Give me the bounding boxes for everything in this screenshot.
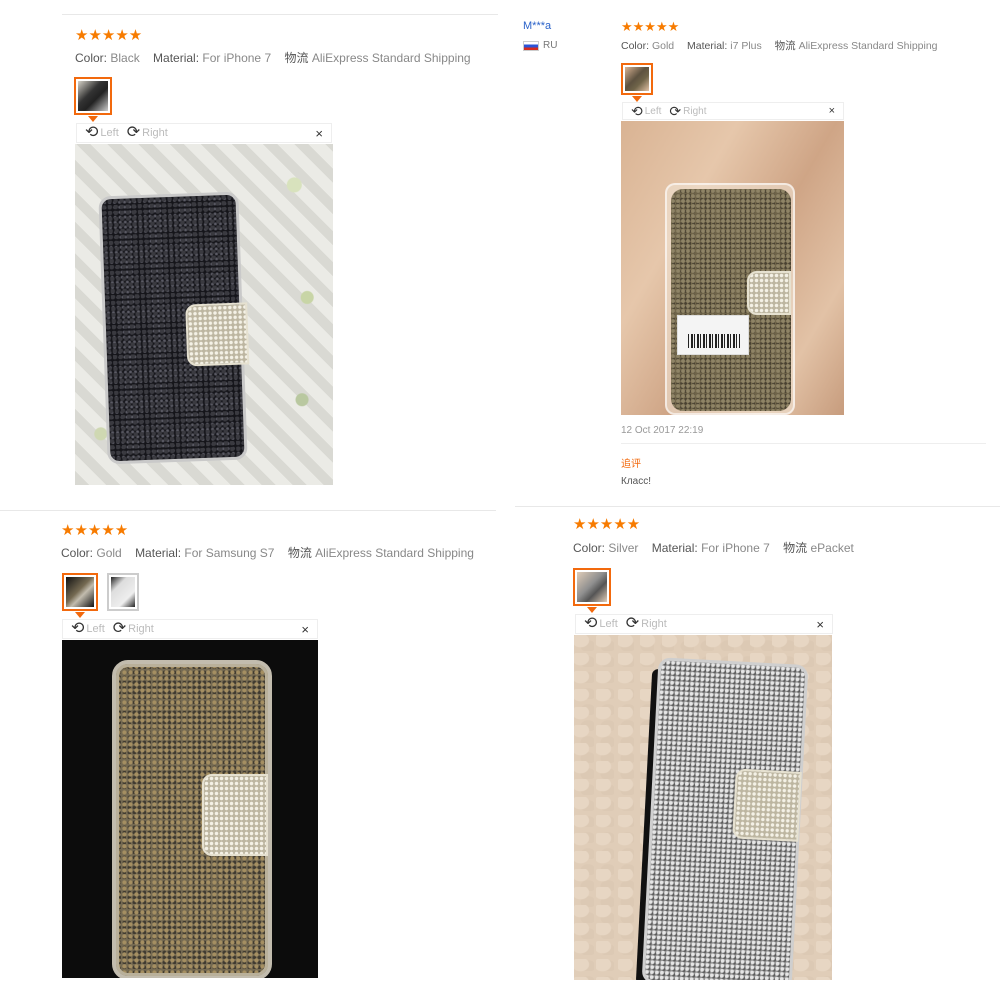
phone-case xyxy=(641,657,809,980)
rotate-left-icon: ⟲ xyxy=(584,615,598,632)
review-photo xyxy=(574,635,832,980)
rhinestone-clasp xyxy=(732,768,802,842)
close-icon[interactable]: × xyxy=(816,617,824,632)
image-viewer-toolbar: ⟲ Left ⟳ Right × xyxy=(575,614,833,634)
review-meta: Color: Silver Material: For iPhone 7 物流 … xyxy=(573,539,864,556)
color-value: Silver xyxy=(608,541,639,555)
material-key: Material: xyxy=(651,541,698,555)
material-value: For iPhone 7 xyxy=(701,541,770,555)
shipping-value: ePacket xyxy=(810,541,854,555)
rotate-right-button[interactable]: ⟳ Right xyxy=(625,615,667,632)
review-4: ★★★★★ Color: Silver Material: For iPhone… xyxy=(0,0,1000,1000)
rotate-right-icon: ⟳ xyxy=(625,615,640,632)
star-rating: ★★★★★ xyxy=(573,516,641,533)
shipping-key: 物流 xyxy=(783,541,808,555)
color-key: Color: xyxy=(573,541,606,555)
thumbnail-pointer xyxy=(587,607,597,613)
photo-thumbnail[interactable] xyxy=(573,568,611,606)
rotate-left-button[interactable]: ⟲ Left xyxy=(584,615,618,632)
